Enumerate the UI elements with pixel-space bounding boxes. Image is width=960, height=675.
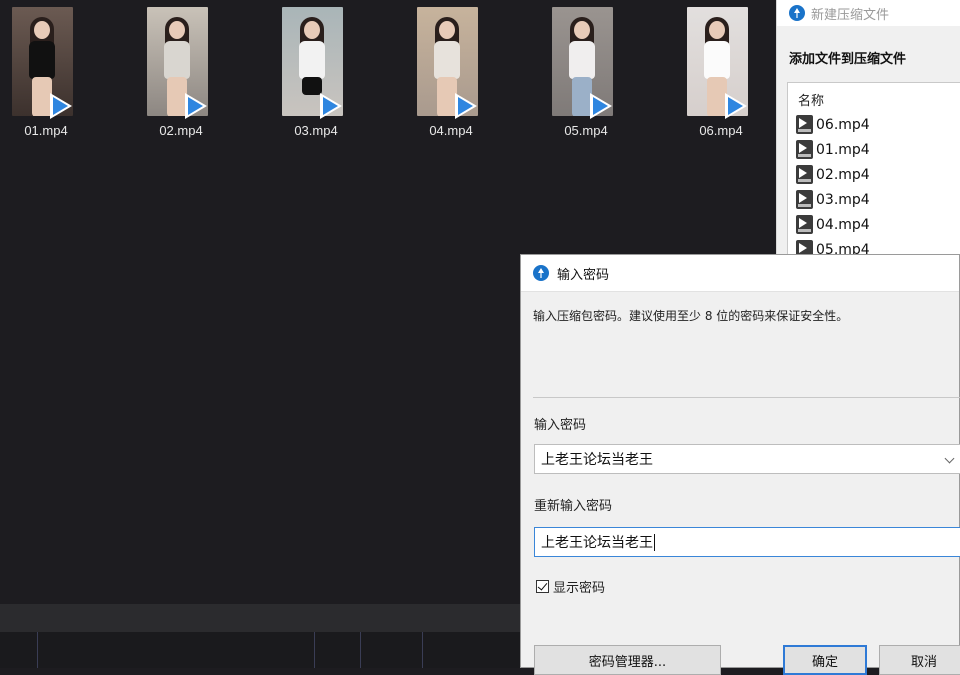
app-logo-icon	[533, 265, 549, 281]
password-combobox[interactable]: 上老王论坛当老王	[534, 444, 960, 474]
app-logo-icon	[789, 5, 805, 21]
list-item[interactable]: 02.mp4	[788, 162, 960, 187]
play-icon	[588, 93, 614, 119]
list-item-label: 03.mp4	[816, 191, 870, 208]
play-icon	[48, 93, 74, 119]
chevron-down-icon[interactable]	[944, 453, 955, 464]
video-file-icon	[796, 215, 813, 234]
play-icon	[453, 93, 479, 119]
play-icon	[723, 93, 749, 119]
confirm-password-value: 上老王论坛当老王	[541, 535, 653, 551]
video-file-icon	[796, 140, 813, 159]
list-item[interactable]: 06.mp4	[788, 112, 960, 137]
divider	[533, 397, 960, 398]
list-item-label: 04.mp4	[816, 216, 870, 233]
confirm-password-input[interactable]: 上老王论坛当老王	[534, 527, 960, 557]
file-tile[interactable]: 02.mp4	[135, 7, 255, 142]
file-name: 06.mp4	[699, 123, 743, 138]
window-title: 新建压缩文件	[811, 7, 890, 23]
video-file-icon	[796, 165, 813, 184]
window-titlebar[interactable]: 新建压缩文件	[777, 0, 960, 26]
file-tile[interactable]: 05.mp4	[540, 7, 660, 142]
file-name: 04.mp4	[429, 123, 473, 138]
list-item[interactable]: 03.mp4	[788, 187, 960, 212]
taskbar-divider	[37, 632, 38, 668]
cancel-button[interactable]: 取消	[879, 645, 960, 675]
file-name: 03.mp4	[294, 123, 338, 138]
confirm-password-label: 重新输入密码	[534, 499, 613, 514]
new-archive-window: 新建压缩文件 添加文件到压缩文件 名称 06.mp4 01.mp4 02.mp4…	[776, 0, 960, 274]
taskbar-divider	[360, 632, 361, 668]
show-password-checkbox[interactable]: 显示密码	[536, 577, 605, 596]
dialog-titlebar[interactable]: 输入密码	[521, 255, 959, 292]
play-icon	[183, 93, 209, 119]
column-header-name[interactable]: 名称	[788, 83, 960, 112]
video-file-icon	[796, 190, 813, 209]
text-caret	[654, 533, 655, 551]
file-name: 05.mp4	[564, 123, 608, 138]
taskbar-divider	[422, 632, 423, 668]
section-heading: 添加文件到压缩文件	[789, 52, 907, 67]
checkbox-checked-icon[interactable]	[536, 580, 549, 593]
password-label: 输入密码	[534, 418, 587, 433]
list-item-label: 01.mp4	[816, 141, 870, 158]
file-tile[interactable]: 01.mp4	[0, 7, 120, 142]
list-item-label: 02.mp4	[816, 166, 870, 183]
ok-button[interactable]: 确定	[783, 645, 867, 675]
video-file-icon	[796, 115, 813, 134]
file-list[interactable]: 名称 06.mp4 01.mp4 02.mp4 03.mp4 04.mp4 05…	[787, 82, 960, 274]
dialog-title: 输入密码	[557, 267, 610, 283]
show-password-label: 显示密码	[553, 581, 606, 596]
file-name: 02.mp4	[159, 123, 203, 138]
dialog-description: 输入压缩包密码。建议使用至少 8 位的密码来保证安全性。	[533, 309, 849, 323]
list-item-label: 06.mp4	[816, 116, 870, 133]
password-value: 上老王论坛当老王	[541, 452, 653, 468]
file-name: 01.mp4	[24, 123, 68, 138]
list-item[interactable]: 04.mp4	[788, 212, 960, 237]
file-tile[interactable]: 04.mp4	[405, 7, 525, 142]
password-dialog: 输入密码 输入压缩包密码。建议使用至少 8 位的密码来保证安全性。 输入密码 上…	[520, 254, 960, 675]
file-tile[interactable]: 03.mp4	[270, 7, 390, 142]
taskbar-divider	[314, 632, 315, 668]
play-icon	[318, 93, 344, 119]
password-manager-button[interactable]: 密码管理器...	[534, 645, 721, 675]
list-item[interactable]: 01.mp4	[788, 137, 960, 162]
